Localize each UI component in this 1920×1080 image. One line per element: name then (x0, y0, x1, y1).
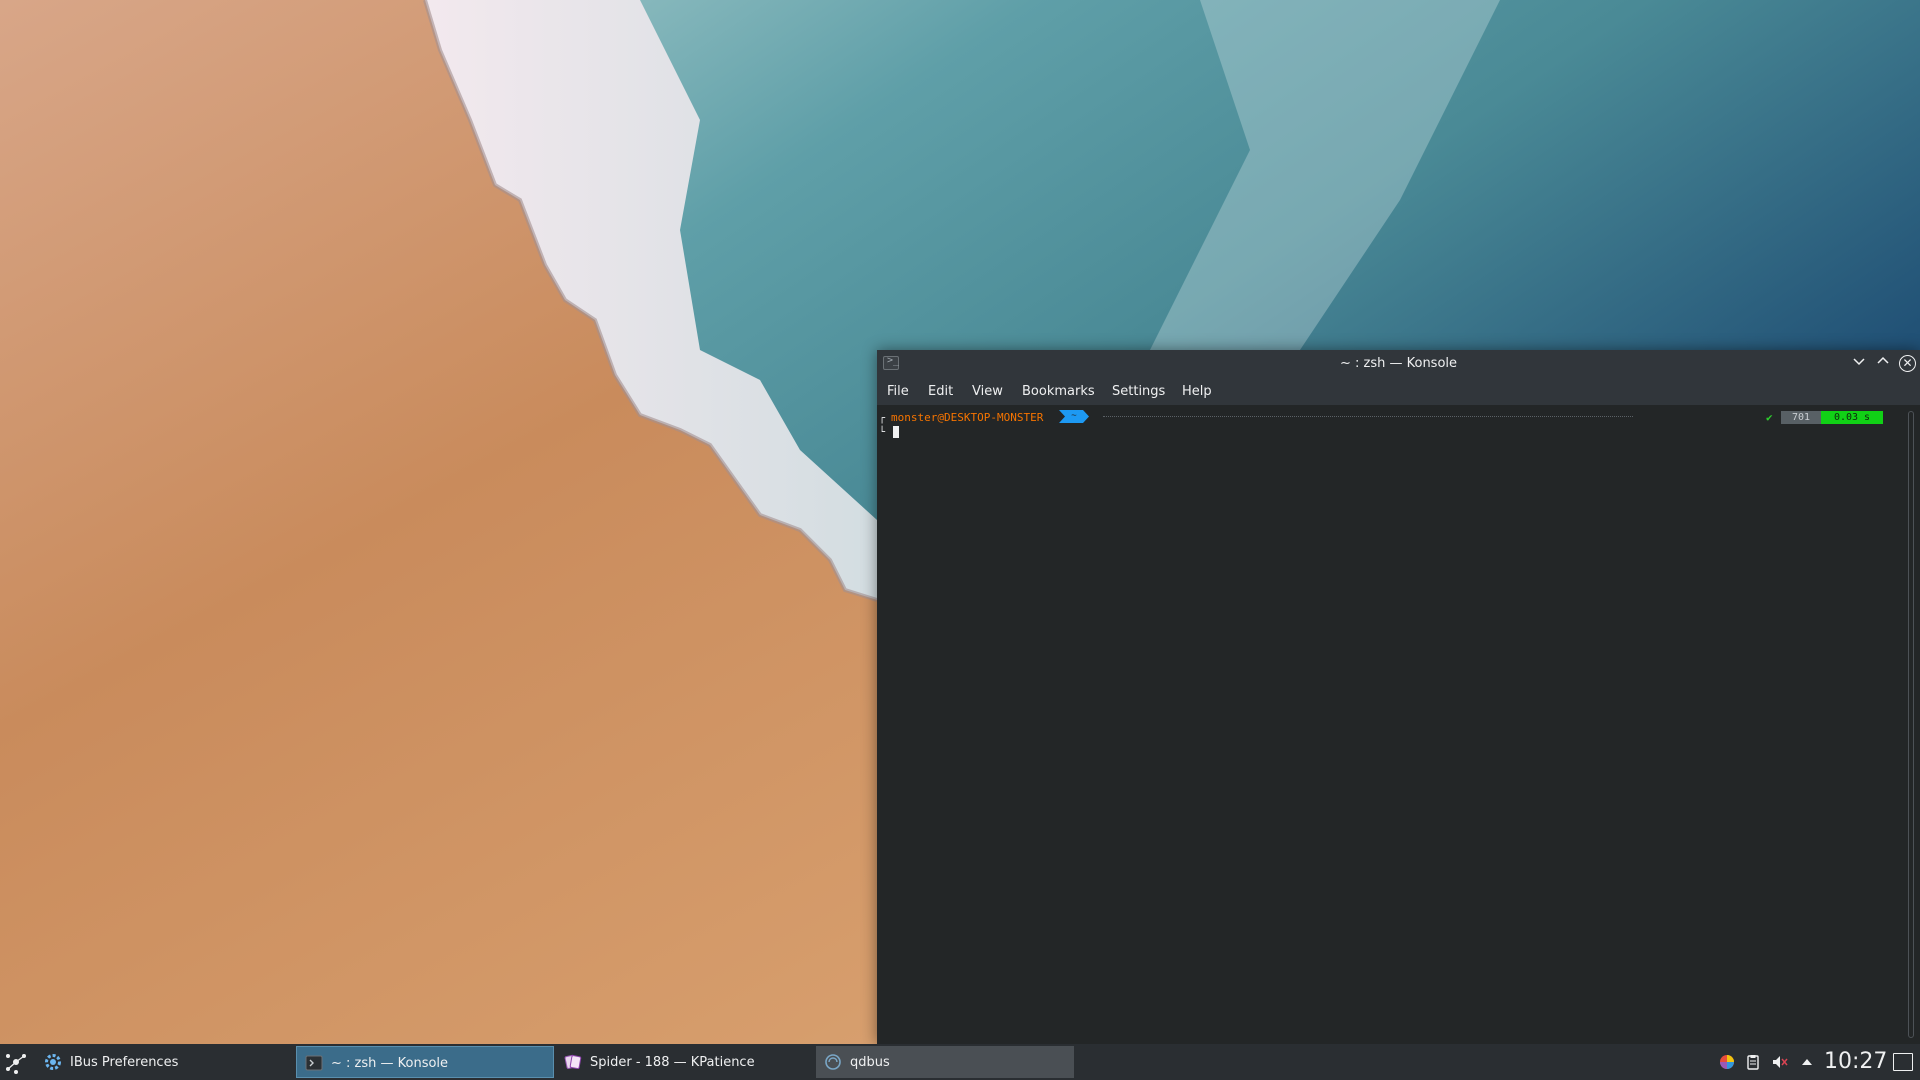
maximize-button[interactable] (1874, 355, 1892, 373)
task-label: IBus Preferences (70, 1055, 179, 1070)
scrollbar[interactable] (1908, 411, 1914, 1038)
qdbus-icon (825, 1054, 841, 1070)
prompt-status-ok: ✔ (1766, 411, 1773, 424)
close-button[interactable]: ✕ (1899, 355, 1916, 372)
title-bar[interactable]: >_ ~ : zsh — Konsole ✕ (877, 350, 1920, 377)
kde-launcher-icon[interactable] (2, 1048, 30, 1076)
menu-view[interactable]: View (972, 384, 1003, 399)
menu-settings[interactable]: Settings (1112, 384, 1165, 399)
prompt-filler (1103, 416, 1633, 417)
cards-icon (564, 1054, 582, 1070)
prompt-directory: ~ (1059, 410, 1089, 423)
chevron-up-icon (1877, 356, 1889, 364)
chevron-down-icon (1853, 358, 1865, 366)
terminal-icon (305, 1055, 323, 1071)
volume-muted-icon[interactable] (1772, 1054, 1788, 1070)
menu-help[interactable]: Help (1182, 384, 1212, 399)
expand-tray-icon[interactable] (1799, 1054, 1815, 1070)
show-desktop-button[interactable] (1893, 1053, 1913, 1071)
prompt-user-host: monster@DESKTOP-MONSTER (891, 411, 1044, 424)
task-konsole[interactable]: ~ : zsh — Konsole (296, 1046, 554, 1078)
menu-bookmarks[interactable]: Bookmarks (1022, 384, 1095, 399)
window-title: ~ : zsh — Konsole (1339, 356, 1458, 371)
minimize-button[interactable] (1850, 355, 1868, 373)
prompt-history-number: 701 (1781, 411, 1821, 424)
terminal-area[interactable]: ┌ monster@DESKTOP-MONSTER ~ ✔ 701 0.03 s… (877, 405, 1920, 1044)
task-label: ~ : zsh — Konsole (331, 1056, 449, 1071)
task-ibus-preferences[interactable]: IBus Preferences (36, 1046, 294, 1078)
desktop: >_ ~ : zsh — Konsole ✕ File Edit View Bo… (0, 0, 1920, 1044)
clipboard-icon[interactable] (1745, 1054, 1761, 1070)
prompt-corner-bottom: └ (879, 427, 886, 438)
close-icon: ✕ (1902, 356, 1913, 370)
konsole-window[interactable]: >_ ~ : zsh — Konsole ✕ File Edit View Bo… (877, 350, 1920, 1044)
text-cursor (893, 426, 899, 438)
prompt-input-line: └ (879, 425, 885, 438)
menu-edit[interactable]: Edit (928, 384, 953, 399)
task-kpatience[interactable]: Spider - 188 — KPatience (556, 1046, 814, 1078)
launcher-glyph (6, 1054, 26, 1074)
menu-file[interactable]: File (887, 384, 909, 399)
task-qdbus[interactable]: qdbus (816, 1046, 1074, 1078)
task-label: Spider - 188 — KPatience (590, 1055, 755, 1070)
task-label: qdbus (850, 1055, 890, 1070)
gear-icon (45, 1054, 61, 1070)
taskbar: IBus Preferences ~ : zsh — Konsole Spide… (0, 1044, 1920, 1080)
prompt-line: ┌ monster@DESKTOP-MONSTER ~ (879, 410, 1633, 424)
prompt-exec-time: 0.03 s (1821, 411, 1883, 424)
color-picker-icon[interactable] (1719, 1054, 1735, 1070)
digital-clock[interactable]: 10:27 (1824, 1049, 1887, 1074)
menu-bar: File Edit View Bookmarks Settings Help (877, 377, 1920, 405)
prompt-corner-top: ┌ (879, 413, 886, 424)
